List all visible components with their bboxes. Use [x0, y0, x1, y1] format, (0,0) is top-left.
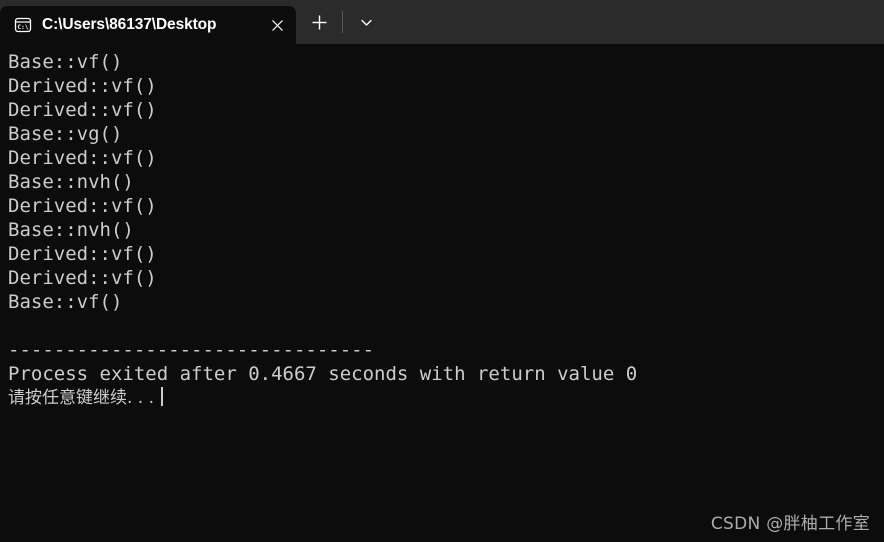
- tab-strip: C:\ C:\Users\86137\Desktop: [0, 0, 296, 44]
- new-tab-button[interactable]: [300, 4, 338, 40]
- tab-close-button[interactable]: [262, 10, 292, 40]
- press-any-key-text: 请按任意键继续. . .: [8, 388, 155, 408]
- output-line: Derived::vf(): [8, 195, 157, 217]
- output-line: Derived::vf(): [8, 267, 157, 289]
- separator-line: --------------------------------: [8, 339, 375, 361]
- console-cmd-icon: C:\: [14, 16, 32, 34]
- toolbar-divider: [342, 11, 343, 33]
- process-exit-message: Process exited after 0.4667 seconds with…: [8, 363, 638, 385]
- plus-icon: [312, 15, 326, 29]
- tab-desktop[interactable]: C:\ C:\Users\86137\Desktop: [0, 6, 296, 44]
- watermark: CSDN @胖柚工作室: [710, 514, 870, 534]
- output-line: Base::nvh(): [8, 219, 134, 241]
- tab-title: C:\Users\86137\Desktop: [42, 16, 217, 33]
- output-line: Derived::vf(): [8, 147, 157, 169]
- title-bar: C:\ C:\Users\86137\Desktop: [0, 0, 884, 44]
- svg-text:C:\: C:\: [17, 24, 28, 31]
- text-cursor: [161, 387, 164, 406]
- output-line: Base::vf(): [8, 291, 123, 313]
- output-line: Derived::vf(): [8, 99, 157, 121]
- output-line: Base::nvh(): [8, 171, 134, 193]
- terminal-window: C:\ C:\Users\86137\Desktop Base::vf() De…: [0, 0, 884, 542]
- titlebar-actions: [296, 0, 385, 44]
- output-line: Derived::vf(): [8, 243, 157, 265]
- output-line: Base::vf(): [8, 51, 123, 73]
- terminal-output-pane[interactable]: Base::vf() Derived::vf() Derived::vf() B…: [0, 44, 884, 542]
- press-any-key-prompt: 请按任意键继续. . .: [8, 386, 884, 410]
- output-line: Derived::vf(): [8, 75, 157, 97]
- tab-dropdown-button[interactable]: [347, 4, 385, 40]
- chevron-down-icon: [360, 19, 372, 26]
- output-line: Base::vg(): [8, 123, 123, 145]
